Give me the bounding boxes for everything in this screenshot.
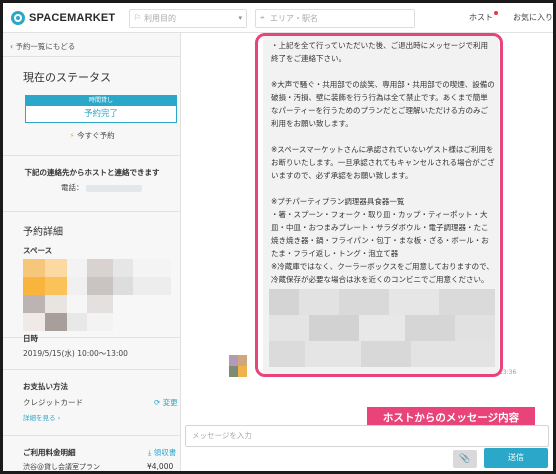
message-thread: ・上記を全て行っていただいた後、ご退出時にメッセージで利用終了をご連絡下さい。 … xyxy=(181,33,553,471)
details-link[interactable]: 詳細を見る › xyxy=(23,412,60,422)
divider xyxy=(3,155,181,156)
instant-booking-text: 今すぐ予約 xyxy=(77,131,115,140)
purpose-search-placeholder: 利用目的 xyxy=(144,14,176,23)
location-pin-icon: ⌖ xyxy=(260,13,265,22)
divider xyxy=(3,56,181,57)
space-image-blurred[interactable] xyxy=(23,259,171,331)
purpose-search-input[interactable]: ⚐ 利用目的 ▾ xyxy=(129,9,247,28)
change-link-label: 変更 xyxy=(162,398,178,407)
plan-name: 渋谷@貸し会議室プラン xyxy=(23,463,100,471)
reservation-sidebar: ‹ 予約一覧にもどる 現在のステータス 時間貸し 予約完了 ⚡ 今すぐ予約 下記… xyxy=(3,33,181,471)
send-button[interactable]: 送信 xyxy=(484,448,548,468)
badge-type: 時間貸し xyxy=(26,96,176,106)
notification-dot xyxy=(494,11,498,15)
area-search-placeholder: エリア・駅名 xyxy=(270,14,318,23)
refresh-icon: ⟳ xyxy=(154,398,161,407)
download-icon: ⤓ xyxy=(148,448,152,457)
favorites-link[interactable]: お気に入り xyxy=(513,12,553,23)
screenshot-frame: SPACEMARKET ⚐ 利用目的 ▾ ⌖ エリア・駅名 ホスト お気に入り … xyxy=(0,0,556,474)
chevron-right-icon: › xyxy=(57,414,61,422)
space-label: スペース xyxy=(23,246,53,255)
status-badge: 時間貸し 予約完了 xyxy=(25,95,177,123)
status-title: 現在のステータス xyxy=(23,71,111,84)
back-to-reservations-link[interactable]: ‹ 予約一覧にもどる xyxy=(10,41,75,52)
app-window: SPACEMARKET ⚐ 利用目的 ▾ ⌖ エリア・駅名 ホスト お気に入り … xyxy=(3,3,553,471)
back-link-label: 予約一覧にもどる xyxy=(15,42,76,51)
message-input[interactable]: メッセージを入力 xyxy=(185,425,549,447)
lightning-icon: ⚡ xyxy=(69,131,75,140)
logo-icon xyxy=(11,11,25,25)
divider xyxy=(3,211,181,212)
date-label: 日時 xyxy=(23,334,38,343)
badge-status: 予約完了 xyxy=(83,109,118,119)
host-link[interactable]: ホスト xyxy=(469,12,493,23)
details-link-label: 詳細を見る xyxy=(23,414,56,422)
payment-value: クレジットカード xyxy=(23,398,83,407)
instant-booking-label: ⚡ 今すぐ予約 xyxy=(3,130,181,141)
logo[interactable]: SPACEMARKET xyxy=(11,11,115,25)
phone-number-blurred xyxy=(85,184,142,192)
phone-row: 電話： xyxy=(61,182,142,193)
receipt-link-label: 領収書 xyxy=(153,448,177,457)
phone-label: 電話： xyxy=(61,183,84,192)
receipt-link[interactable]: ⤓ 領収書 xyxy=(148,447,176,458)
paperclip-icon: 📎 xyxy=(459,454,471,464)
divider xyxy=(3,369,181,370)
highlight-frame xyxy=(255,33,503,377)
host-avatar[interactable] xyxy=(229,355,247,377)
top-header: SPACEMARKET ⚐ 利用目的 ▾ ⌖ エリア・駅名 ホスト お気に入り xyxy=(3,3,553,33)
flag-icon: ⚐ xyxy=(134,13,142,22)
chevron-down-icon: ▾ xyxy=(238,14,242,22)
logo-text: SPACEMARKET xyxy=(29,12,116,24)
divider xyxy=(3,435,181,436)
plan-price: ¥4,000 xyxy=(147,462,174,471)
attach-file-button[interactable]: 📎 xyxy=(453,450,477,468)
payment-label: お支払い方法 xyxy=(23,382,68,391)
contact-note: 下記の連絡先からホストと連絡できます xyxy=(24,168,160,177)
change-payment-link[interactable]: ⟳ 変更 xyxy=(154,397,178,408)
details-title: 予約詳細 xyxy=(23,227,63,238)
date-value: 2019/5/15(水) 10:00〜13:00 xyxy=(23,349,128,358)
area-search-input[interactable]: ⌖ エリア・駅名 xyxy=(255,9,415,28)
fee-label: ご利用料金明細 xyxy=(23,448,76,457)
